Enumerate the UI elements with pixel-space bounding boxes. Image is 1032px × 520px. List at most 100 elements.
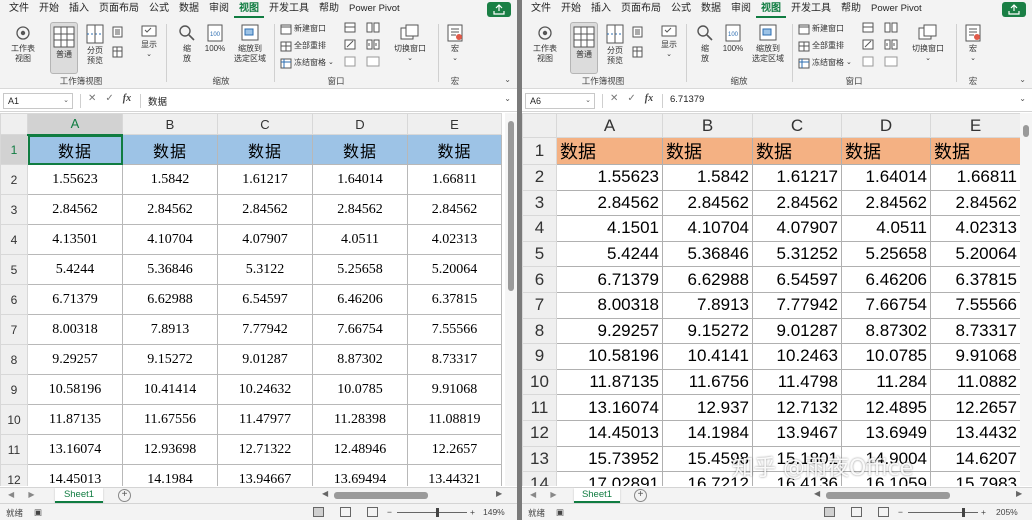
vertical-scroll-thumb[interactable] [1023,125,1029,137]
column-header-b[interactable]: B [662,113,753,138]
data-cell[interactable]: 2.84562 [217,194,313,225]
data-cell[interactable]: 9.29257 [556,317,663,345]
data-cell[interactable]: 10.58196 [27,374,123,405]
menu-review[interactable]: 审阅 [204,0,234,18]
menu-file[interactable]: 文件 [4,0,34,18]
page-break-view-icon[interactable] [367,507,378,517]
row-header[interactable]: 7 [522,291,557,319]
data-cell[interactable]: 15.7983 [930,471,1020,486]
split-button[interactable] [344,22,358,33]
sheet-tab-sheet1[interactable]: Sheet1 [55,488,103,503]
data-cell[interactable]: 12.4895 [841,394,931,421]
row-header[interactable]: 6 [0,284,28,315]
horizontal-scroll-thumb[interactable] [826,492,950,499]
row-header[interactable]: 8 [522,317,557,345]
data-cell[interactable]: 7.55566 [930,291,1020,319]
menu-help[interactable]: 帮助 [836,0,866,18]
page-layout-view-icon[interactable] [340,507,351,517]
row-header[interactable]: 3 [522,189,557,217]
normal-view-icon[interactable] [824,507,835,517]
freeze-panes-button[interactable]: 冻结窗格 ⌄ [798,56,852,70]
column-header-e[interactable]: E [930,113,1020,138]
data-cell[interactable]: 14.1984 [122,464,218,486]
data-cell[interactable]: 6.54597 [217,284,313,315]
row-header[interactable]: 7 [0,314,28,345]
data-cell[interactable]: 12.7132 [752,394,842,421]
header-cell[interactable]: 数据 [841,137,931,165]
data-cell[interactable]: 2.84562 [841,189,931,217]
sheet-view-button[interactable]: 工作表 视图 [6,24,40,64]
data-cell[interactable]: 12.93698 [122,434,218,465]
data-cell[interactable]: 9.15272 [122,344,218,375]
data-cell[interactable]: 13.6949 [841,419,931,447]
page-break-view-icon[interactable] [878,507,889,517]
data-cell[interactable]: 1.5842 [122,164,218,195]
data-cell[interactable]: 4.13501 [27,224,123,255]
data-cell[interactable]: 12.48946 [312,434,408,465]
menu-view[interactable]: 视图 [234,1,264,18]
zoom-out-icon[interactable]: − [387,507,392,517]
row-header[interactable]: 10 [0,404,28,435]
data-cell[interactable]: 13.4432 [930,419,1020,447]
macros-button[interactable]: 宏 ⌄ [442,24,468,64]
normal-view-button[interactable]: 普通 [50,22,78,74]
column-header-c[interactable]: C [752,113,842,138]
column-header-b[interactable]: B [122,113,218,135]
data-cell[interactable]: 7.66754 [312,314,408,345]
row-header[interactable]: 2 [522,164,557,191]
name-box[interactable]: A1 ⌄ [3,93,73,109]
data-cell[interactable]: 6.46206 [312,284,408,315]
menu-page-layout[interactable]: 页面布局 [94,0,144,18]
data-cell[interactable]: 1.55623 [27,164,123,195]
row-header[interactable]: 11 [0,434,28,465]
header-cell[interactable]: 数据 [312,134,408,165]
data-cell[interactable]: 1.64014 [312,164,408,195]
data-cell[interactable]: 1.61217 [752,164,842,191]
page-break-preview-button[interactable]: 分页 预览 [602,24,628,66]
data-cell[interactable]: 12.71322 [217,434,313,465]
sync-scroll-button[interactable] [366,39,382,50]
column-header-e[interactable]: E [407,113,502,135]
menu-insert[interactable]: 插入 [586,0,616,18]
normal-view-icon[interactable] [313,507,324,517]
data-cell[interactable]: 9.29257 [27,344,123,375]
data-cell[interactable]: 11.08819 [407,404,502,435]
data-cell[interactable]: 2.84562 [930,189,1020,217]
data-cell[interactable]: 1.55623 [556,164,663,191]
data-cell[interactable]: 13.94667 [217,464,313,486]
horizontal-scroll-thumb[interactable] [334,492,428,499]
enter-icon[interactable]: ✓ [105,93,113,104]
custom-views-button[interactable] [632,46,645,58]
data-cell[interactable]: 1.66811 [407,164,502,195]
zoom-percent[interactable]: 149% [483,507,505,517]
data-cell[interactable]: 8.00318 [27,314,123,345]
data-cell[interactable]: 10.58196 [556,343,663,370]
sheet-nav-arrows-icon[interactable]: ◀ ▶ [8,490,41,499]
show-button[interactable]: 显示 ⌄ [656,24,682,60]
zoom-slider-knob[interactable] [962,508,965,517]
expand-formula-bar-icon[interactable]: ⌄ [1019,94,1026,103]
header-cell[interactable]: 数据 [122,134,218,165]
data-cell[interactable]: 10.41414 [122,374,218,405]
sheet-nav-arrows-icon[interactable]: ◀ ▶ [530,490,563,499]
data-cell[interactable]: 13.44321 [407,464,502,486]
hide-window-button[interactable] [344,39,358,50]
data-cell[interactable]: 6.71379 [556,266,663,293]
row-header[interactable]: 9 [522,343,557,370]
row-header[interactable]: 1 [0,134,28,165]
menu-data[interactable]: 数据 [696,0,726,18]
data-cell[interactable]: 8.73317 [407,344,502,375]
vertical-scrollbar[interactable] [1020,113,1032,486]
data-cell[interactable]: 8.00318 [556,291,663,319]
worksheet-grid[interactable]: A B C D E 1 数据 数据 数据 数据 数据 2 1.55623 1.5842 1.61217 1.6… [0,113,505,486]
menu-insert[interactable]: 插入 [64,0,94,18]
share-button[interactable] [487,2,511,17]
page-layout-view-button[interactable] [632,26,645,38]
sync-scroll-button[interactable] [884,39,900,50]
formula-input[interactable]: 6.71379 [670,94,704,105]
data-cell[interactable]: 9.91068 [930,343,1020,370]
data-cell[interactable]: 4.10704 [122,224,218,255]
row-header[interactable]: 5 [522,240,557,268]
data-cell[interactable]: 2.84562 [662,189,753,217]
select-all-corner[interactable] [0,113,28,135]
